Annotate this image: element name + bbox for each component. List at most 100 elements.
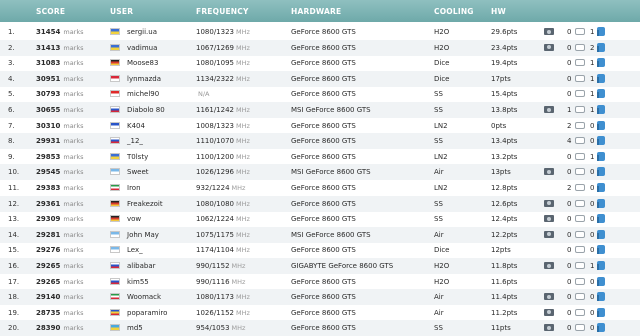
table-row: 14. 29281 marks John May 1075/1175 MHz MSI GeF… <box>0 226 640 243</box>
hardware-link[interactable]: GeForce 8600 GTS <box>291 44 356 53</box>
user-link[interactable]: sergii.ua <box>127 28 157 37</box>
camera-icon[interactable] <box>544 262 554 269</box>
user-link[interactable]: md5 <box>127 324 143 333</box>
hardware-link[interactable]: GeForce 8600 GTS <box>291 309 356 318</box>
hardware-link[interactable]: GIGABYTE GeForce 8600 GTS <box>291 262 393 271</box>
thumbs-up-icon[interactable] <box>597 198 605 208</box>
hardware-link[interactable]: GeForce 8600 GTS <box>291 246 356 255</box>
hardware-link[interactable]: GeForce 8600 GTS <box>291 293 356 302</box>
user-link[interactable]: vow <box>127 215 141 224</box>
comment-bubble-icon[interactable] <box>575 137 585 145</box>
thumbs-up-icon[interactable] <box>597 58 605 68</box>
user-link[interactable]: kim55 <box>127 278 149 287</box>
comment-bubble-icon[interactable] <box>575 293 585 301</box>
hardware-link[interactable]: GeForce 8600 GTS <box>291 184 356 193</box>
hardware-link[interactable]: GeForce 8600 GTS <box>291 215 356 224</box>
hardware-link[interactable]: GeForce 8600 GTS <box>291 122 356 131</box>
camera-icon[interactable] <box>544 308 554 316</box>
hardware-link[interactable]: GeForce 8600 GTS <box>291 153 356 162</box>
comment-bubble-icon[interactable] <box>575 152 585 160</box>
thumbs-up-icon[interactable] <box>597 42 605 52</box>
comment-bubble-icon[interactable] <box>575 215 585 223</box>
header-frequency[interactable]: FREQUENCY <box>196 7 249 16</box>
user-link[interactable]: Lex_ <box>127 246 143 255</box>
header-hw[interactable]: HW <box>491 7 506 16</box>
user-link[interactable]: Moose83 <box>127 59 158 68</box>
hardware-link[interactable]: GeForce 8600 GTS <box>291 59 356 68</box>
hardware-link[interactable]: GeForce 8600 GTS <box>291 200 356 209</box>
thumbs-up-icon[interactable] <box>597 323 605 333</box>
hardware-link[interactable]: MSI GeForce 8600 GTS <box>291 168 371 177</box>
thumbs-up-icon[interactable] <box>597 292 605 302</box>
camera-icon[interactable] <box>544 199 554 207</box>
camera-icon[interactable] <box>544 324 554 332</box>
thumbs-up-icon[interactable] <box>597 229 605 239</box>
comment-bubble-icon[interactable] <box>575 168 585 176</box>
user-link[interactable]: Iron <box>127 184 141 193</box>
comment-bubble-icon[interactable] <box>575 230 585 238</box>
header-cooling[interactable]: COOLING <box>434 7 474 16</box>
camera-icon[interactable] <box>544 230 554 238</box>
comment-bubble-icon[interactable] <box>575 59 585 67</box>
camera-icon[interactable] <box>544 43 554 51</box>
comment-bubble-icon[interactable] <box>575 199 585 207</box>
user-link[interactable]: lynmazda <box>127 75 161 84</box>
thumbs-up-icon[interactable] <box>597 73 605 83</box>
hardware-link[interactable]: GeForce 8600 GTS <box>291 137 356 146</box>
thumbs-up-icon[interactable] <box>597 183 605 192</box>
score-number: 31413 <box>36 43 61 52</box>
thumbs-up-icon[interactable] <box>597 89 605 99</box>
comment-bubble-icon[interactable] <box>575 106 585 113</box>
thumbs-up-icon[interactable] <box>597 151 605 161</box>
user-link[interactable]: alibabar <box>127 262 156 271</box>
hardware-link[interactable]: MSI GeForce 8600 GTS <box>291 106 371 115</box>
comment-bubble-icon[interactable] <box>575 121 585 129</box>
hardware-link[interactable]: GeForce 8600 GTS <box>291 278 356 287</box>
user-link[interactable]: Sweet <box>127 168 149 177</box>
thumbs-up-icon[interactable] <box>597 276 605 286</box>
user-link[interactable]: michel90 <box>127 90 159 99</box>
header-hardware[interactable]: HARDWARE <box>291 7 341 16</box>
camera-icon[interactable] <box>544 28 554 35</box>
header-user[interactable]: USER <box>110 7 133 16</box>
hardware-link[interactable]: GeForce 8600 GTS <box>291 75 356 84</box>
header-score[interactable]: SCORE <box>36 7 65 16</box>
comment-bubble-icon[interactable] <box>575 43 585 51</box>
user-link[interactable]: T0lsty <box>127 153 148 162</box>
comment-bubble-icon[interactable] <box>575 277 585 285</box>
camera-icon[interactable] <box>544 168 554 176</box>
comment-bubble-icon[interactable] <box>575 262 585 269</box>
user-link[interactable]: John May <box>127 231 159 240</box>
comment-bubble-icon[interactable] <box>575 74 585 82</box>
thumbs-up-icon[interactable] <box>597 214 605 224</box>
user-link[interactable]: K404 <box>127 122 145 131</box>
comment-bubble-icon[interactable] <box>575 324 585 332</box>
thumbs-up-icon[interactable] <box>597 27 605 36</box>
comment-bubble-icon[interactable] <box>575 308 585 316</box>
thumbs-up-icon[interactable] <box>597 167 605 177</box>
thumbs-up-icon[interactable] <box>597 136 605 146</box>
user-link[interactable]: poparamiro <box>127 309 167 318</box>
comment-bubble-icon[interactable] <box>575 28 585 35</box>
camera-icon[interactable] <box>544 106 554 113</box>
user-link[interactable]: _12_ <box>127 137 143 146</box>
hardware-link[interactable]: GeForce 8600 GTS <box>291 28 356 37</box>
camera-icon[interactable] <box>544 293 554 301</box>
user-link[interactable]: Diabolo 80 <box>127 106 165 115</box>
hardware-link[interactable]: GeForce 8600 GTS <box>291 324 356 333</box>
hardware-link[interactable]: MSI GeForce 8600 GTS <box>291 231 371 240</box>
user-link[interactable]: vadimua <box>127 44 157 53</box>
thumbs-up-icon[interactable] <box>597 307 605 317</box>
thumbs-up-icon[interactable] <box>597 120 605 130</box>
comment-bubble-icon[interactable] <box>575 184 585 191</box>
thumbs-up-icon[interactable] <box>597 245 605 255</box>
camera-icon[interactable] <box>544 215 554 223</box>
user-link[interactable]: Woomack <box>127 293 161 302</box>
user-link[interactable]: Freakezoit <box>127 200 163 209</box>
hardware-link[interactable]: GeForce 8600 GTS <box>291 90 356 99</box>
score-unit: marks <box>63 230 84 239</box>
thumbs-up-icon[interactable] <box>597 261 605 270</box>
comment-bubble-icon[interactable] <box>575 246 585 254</box>
thumbs-up-icon[interactable] <box>597 105 605 114</box>
comment-bubble-icon[interactable] <box>575 90 585 98</box>
